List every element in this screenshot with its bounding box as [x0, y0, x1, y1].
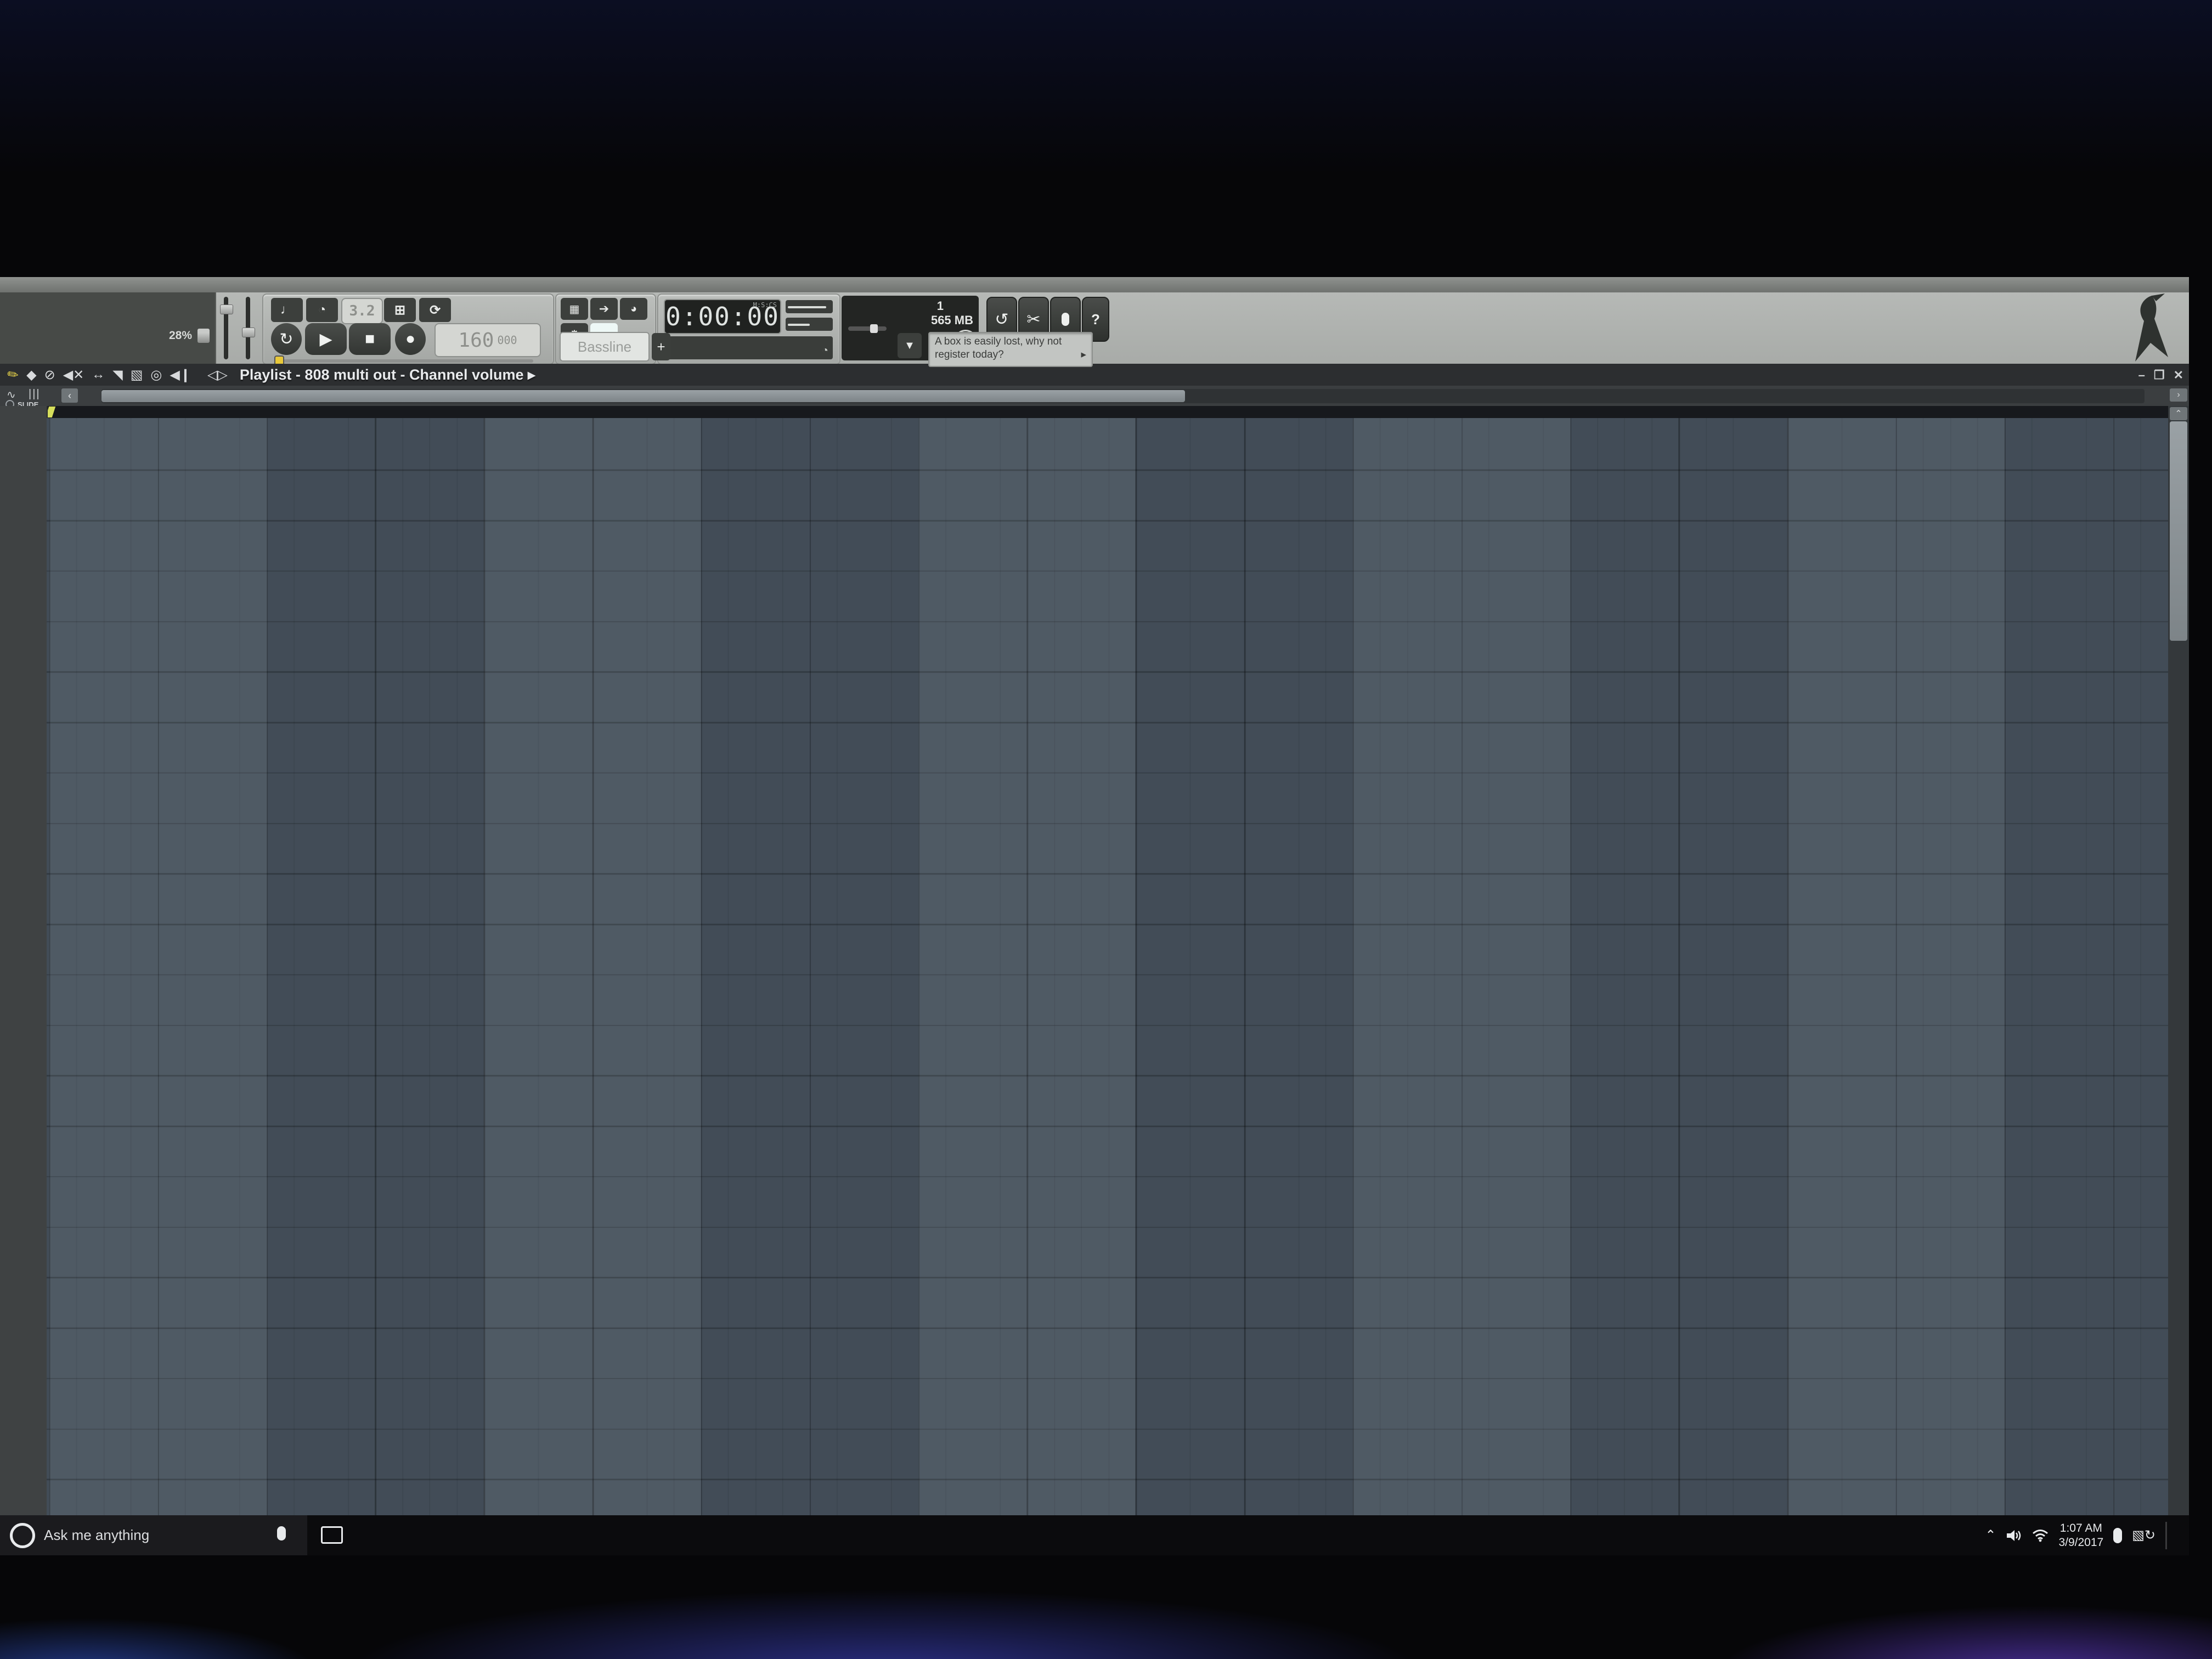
- menu-bar: [0, 292, 215, 300]
- tray-clock[interactable]: 1:07 AM 3/9/2017: [2058, 1521, 2103, 1550]
- time-display[interactable]: 0:00:00 M:S:CS: [664, 299, 781, 334]
- mute-tool-icon[interactable]: ◀✕: [63, 367, 84, 383]
- paint-tool-icon[interactable]: ◆: [26, 367, 36, 383]
- cortana-icon: [10, 1523, 35, 1548]
- record-button[interactable]: ●: [395, 323, 426, 355]
- volume-slider-handle[interactable]: [220, 304, 233, 314]
- playlist-minirow: ∿ ||| ‹ ›: [0, 386, 2189, 406]
- pitch-slider-handle[interactable]: [242, 328, 255, 337]
- windows-taskbar: Ask me anything ⌃ 1:07 AM 3/9/2017 ▧↻: [0, 1515, 2189, 1555]
- hidden-icons-chevron[interactable]: ⌃: [1985, 1527, 1996, 1543]
- playlist-title: Playlist - 808 multi out - Channel volum…: [240, 366, 535, 383]
- pitch-fill: [788, 324, 810, 326]
- minimize-icon[interactable]: –: [2138, 368, 2145, 382]
- track-header-column: [0, 406, 48, 1515]
- fl-toolbar: 28% ♩ ◔ 3.2 ⊞ ⟳ ↻ ▶ ■ ● 160000 ▦: [0, 292, 2189, 364]
- taskbar-mic-icon[interactable]: [277, 1526, 286, 1541]
- horizontal-scrollbar[interactable]: [101, 389, 2145, 403]
- wait-for-input-icon[interactable]: ◔: [306, 298, 338, 322]
- playback-tool-icon[interactable]: ◀❙: [170, 367, 191, 383]
- delete-tool-icon[interactable]: ⊘: [44, 367, 55, 383]
- slip-tool-icon[interactable]: ↔: [92, 367, 105, 382]
- hint-line2: register today?: [935, 348, 1004, 362]
- pattern-name-field[interactable]: Bassline: [560, 332, 650, 362]
- time-unit-label: M:S:CS: [753, 301, 777, 309]
- cpu-value: 28%: [169, 329, 192, 342]
- slice-tool-icon[interactable]: ◥: [112, 367, 122, 383]
- time-panel: 0:00:00 M:S:CS ◔: [657, 294, 840, 365]
- zoom-tool-icon[interactable]: ◎: [150, 367, 162, 383]
- microphone-icon: [1062, 313, 1069, 326]
- select-tool-icon[interactable]: ▧: [131, 367, 143, 383]
- buffer-handle[interactable]: [870, 324, 878, 333]
- window-top-strip: [0, 277, 2189, 292]
- add-pattern-button[interactable]: +: [652, 333, 670, 360]
- clock-time: 1:07 AM: [2058, 1521, 2103, 1536]
- cpu-meter-icon: [198, 329, 210, 343]
- master-volume-slider[interactable]: [224, 297, 228, 359]
- wifi-icon[interactable]: [2032, 1529, 2049, 1542]
- loop-record-add-icon[interactable]: ⊞: [384, 298, 416, 322]
- search-placeholder: Ask me anything: [44, 1527, 149, 1544]
- grip-icon: |||: [29, 388, 41, 400]
- sync-icon[interactable]: ▧↻: [2132, 1527, 2155, 1543]
- pattern-name-group: Bassline +: [560, 332, 670, 362]
- vertical-scrollbar[interactable]: ⌃: [2168, 406, 2189, 1515]
- hint-box: A box is easily lost, why not register t…: [928, 332, 1093, 367]
- tempo-display[interactable]: 160000: [435, 323, 541, 357]
- system-tray: ⌃ 1:07 AM 3/9/2017 ▧↻: [1985, 1515, 2167, 1555]
- hawk-silhouette: [2103, 292, 2186, 364]
- draw-tool-icon[interactable]: ✎: [4, 365, 22, 384]
- countdown-display[interactable]: 3.2: [341, 298, 383, 324]
- buffer-slider[interactable]: [848, 326, 887, 331]
- playlist-titlebar[interactable]: ✎ ◆ ⊘ ◀✕ ↔ ◥ ▧ ◎ ◀❙ ◁▷ Playlist - 808 mu…: [0, 364, 2189, 386]
- knob-icon[interactable]: ◕: [620, 298, 647, 320]
- scroll-left-button[interactable]: ‹: [61, 388, 78, 403]
- hint-line1: A box is easily lost, why not: [935, 335, 1086, 348]
- song-progress-bar[interactable]: ◔: [664, 336, 833, 359]
- repeat-button[interactable]: ↻: [271, 323, 302, 355]
- arrow-icon[interactable]: ➔: [590, 298, 618, 320]
- master-pitch-slider[interactable]: [246, 297, 250, 359]
- close-icon[interactable]: ✕: [2174, 368, 2183, 382]
- tray-mic-icon[interactable]: [2113, 1528, 2122, 1543]
- loop-record-icon[interactable]: ⟳: [419, 298, 451, 322]
- cortana-search-box[interactable]: Ask me anything: [0, 1515, 307, 1555]
- metronome-icon[interactable]: ♩: [271, 298, 303, 322]
- task-view-icon[interactable]: [321, 1526, 343, 1544]
- memory-value: 565 MB: [931, 313, 973, 328]
- main-volume-bar[interactable]: [786, 300, 833, 313]
- vertical-scroll-thumb[interactable]: [2170, 421, 2187, 641]
- clock-icon: ◔: [822, 345, 828, 357]
- clock-date: 3/9/2017: [2058, 1536, 2103, 1550]
- shuffle-slider[interactable]: [275, 359, 533, 363]
- restore-icon[interactable]: ❐: [2154, 368, 2165, 382]
- scroll-up-button[interactable]: ⌃: [2170, 407, 2187, 420]
- stop-button[interactable]: ■: [349, 323, 391, 355]
- hint-arrow[interactable]: ▸: [1081, 348, 1086, 362]
- typing-keyboard-icon[interactable]: ▦: [561, 298, 588, 320]
- scroll-right-button[interactable]: ›: [2170, 388, 2187, 402]
- menu-block: 28%: [0, 292, 216, 364]
- monitor-screen: 28% ♩ ◔ 3.2 ⊞ ⟳ ↻ ▶ ■ ● 160000 ▦: [0, 277, 2189, 1555]
- playlist-menu-icon[interactable]: ◁▷: [207, 367, 228, 383]
- timeline-ruler[interactable]: [47, 406, 2168, 418]
- desk-glow: [0, 1558, 2212, 1659]
- volume-fill: [788, 306, 826, 308]
- play-button[interactable]: ▶: [305, 323, 347, 355]
- cpu-usage: 28%: [169, 329, 210, 343]
- speaker-icon[interactable]: [2006, 1528, 2022, 1543]
- horizontal-scroll-thumb[interactable]: [101, 390, 1185, 402]
- tooltip-dropdown-icon[interactable]: ▼: [898, 333, 922, 358]
- main-pitch-bar[interactable]: [786, 318, 833, 331]
- playlist-grid[interactable]: [47, 418, 2168, 1515]
- poly-count: 1: [937, 299, 944, 313]
- show-desktop-strip[interactable]: [2165, 1522, 2167, 1549]
- playlist-window-buttons: – ❐ ✕: [2138, 368, 2183, 382]
- transport-panel: ♩ ◔ 3.2 ⊞ ⟳ ↻ ▶ ■ ● 160000: [262, 294, 554, 365]
- room-ambient-top: [0, 0, 2212, 176]
